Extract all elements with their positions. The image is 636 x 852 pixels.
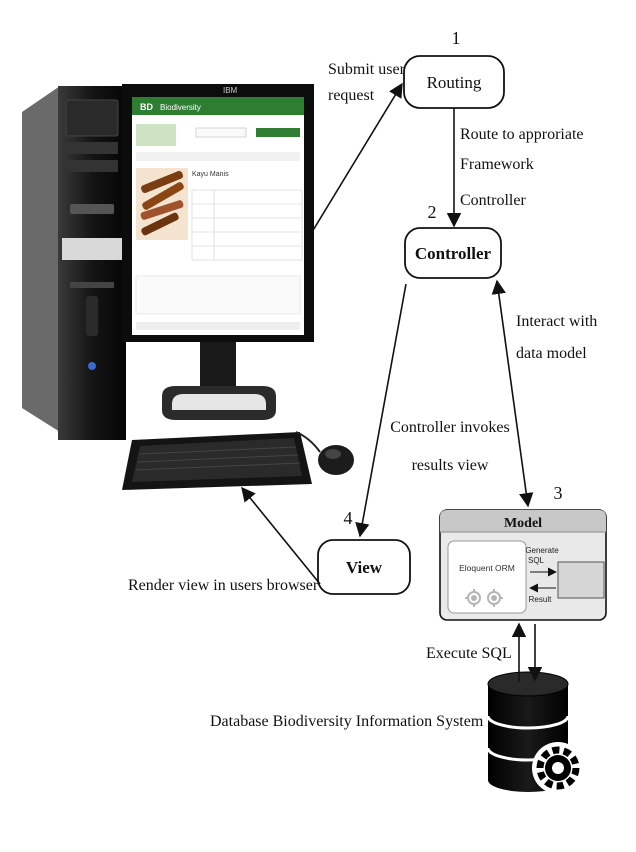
arrow-render-view: [241, 486, 321, 585]
model-number: 3: [554, 483, 563, 503]
database-label: Database Biodiversity Information System: [210, 713, 484, 730]
route-label-line1: Route to approriate: [460, 126, 584, 143]
controller-number: 2: [428, 202, 437, 222]
monitor-brand: IBM: [223, 86, 238, 95]
generate-sql-line2: SQL: [528, 556, 545, 565]
render-label: Render view in users browser: [128, 577, 319, 594]
model-node: Model Eloquent ORM Generate SQL Result: [439, 509, 607, 621]
mvc-diagram: IBM BD Biodiversity Kayu Manis Routing 1…: [22, 28, 607, 794]
arrow-controller-view: [355, 283, 407, 538]
result-label: Result: [529, 595, 552, 604]
eloquent-orm-box: Eloquent ORM: [447, 540, 527, 614]
routing-number: 1: [452, 28, 461, 48]
orm-label: Eloquent ORM: [459, 563, 515, 573]
route-label-line3: Controller: [460, 192, 526, 209]
invokes-label-line1: Controller invokes: [390, 419, 510, 436]
controller-label: Controller: [415, 244, 492, 263]
execute-sql-label: Execute SQL: [426, 645, 512, 662]
controller-node: Controller: [404, 227, 502, 279]
cinnamon-image: [136, 168, 188, 240]
routing-node: Routing: [403, 55, 505, 109]
database-icon: [486, 671, 584, 794]
computer-illustration: IBM BD Biodiversity Kayu Manis: [22, 84, 354, 490]
interact-label-line2: data model: [516, 345, 587, 362]
submit-label-line2: request: [328, 87, 375, 104]
generate-sql-line1: Generate: [525, 546, 559, 555]
arrow-submit-request: [311, 82, 403, 233]
monitor-screen: BD Biodiversity Kayu Manis: [132, 97, 304, 335]
sql-target-box: [557, 561, 605, 599]
invokes-label-line2: results view: [412, 457, 489, 474]
route-label-line2: Framework: [460, 156, 534, 173]
gear-icon: [532, 742, 584, 794]
species-title: Kayu Manis: [192, 171, 229, 178]
routing-label: Routing: [427, 73, 482, 92]
model-title: Model: [504, 516, 542, 531]
interact-label-line1: Interact with: [516, 313, 597, 330]
monitor: IBM BD Biodiversity Kayu Manis: [122, 84, 314, 420]
keyboard: [122, 432, 312, 490]
view-label: View: [346, 558, 383, 577]
view-node: View: [317, 539, 411, 595]
app-logo: BD: [140, 102, 153, 112]
submit-label-line1: Submit user: [328, 61, 406, 78]
pc-tower: [22, 86, 126, 440]
app-title: Biodiversity: [160, 103, 201, 112]
view-number: 4: [344, 508, 353, 528]
